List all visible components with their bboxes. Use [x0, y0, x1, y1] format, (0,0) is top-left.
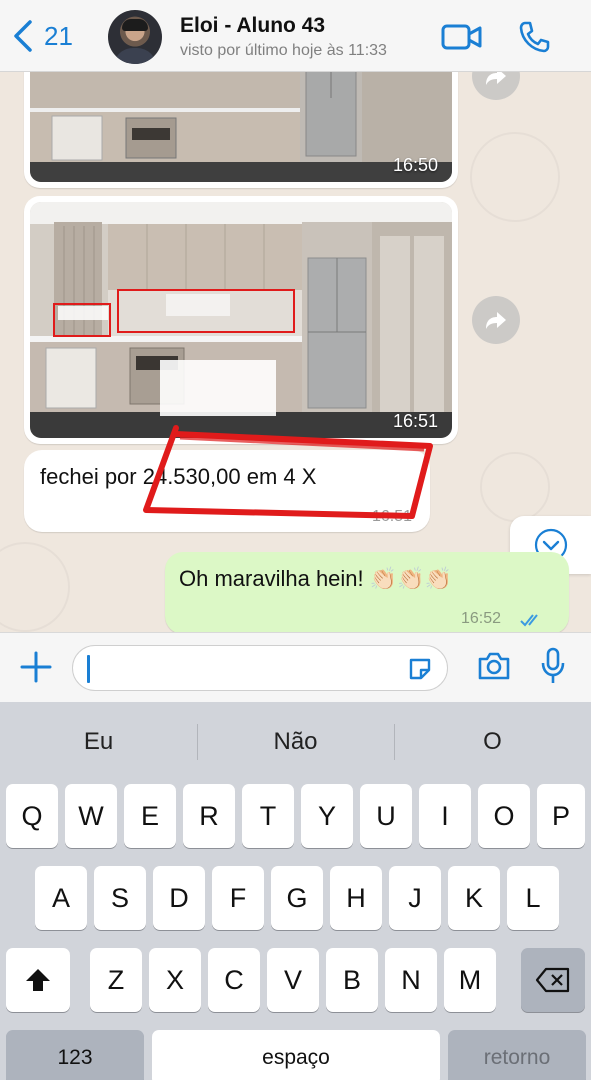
outgoing-message[interactable]: Oh maravilha hein! 👏🏻👏🏻👏🏻 16:52: [165, 552, 569, 632]
wallpaper-doodle: [470, 132, 560, 222]
key-o[interactable]: O: [478, 784, 530, 848]
key-i[interactable]: I: [419, 784, 471, 848]
key-v[interactable]: V: [267, 948, 319, 1012]
wallpaper-doodle: [0, 542, 70, 632]
forward-button[interactable]: [472, 296, 520, 344]
suggestion[interactable]: Eu: [0, 728, 197, 756]
camera-icon: [478, 652, 510, 680]
image-message[interactable]: 16:50: [24, 72, 458, 188]
sticker-icon: [409, 658, 431, 680]
key-g[interactable]: G: [271, 866, 323, 930]
key-n[interactable]: N: [385, 948, 437, 1012]
return-key[interactable]: retorno: [448, 1030, 586, 1080]
plus-icon: [20, 651, 52, 683]
key-c[interactable]: C: [208, 948, 260, 1012]
image-message[interactable]: 16:51: [24, 196, 458, 444]
message-time: 16:52: [461, 610, 502, 627]
text-caret: [87, 655, 90, 683]
predictive-bar: Eu Não O: [0, 702, 591, 782]
key-q[interactable]: Q: [6, 784, 58, 848]
shift-arrow-icon: [26, 969, 50, 991]
message-composer: [0, 632, 591, 702]
key-a[interactable]: A: [35, 866, 87, 930]
contact-name[interactable]: Eloi - Aluno 43: [180, 14, 325, 38]
sticker-button[interactable]: [407, 656, 433, 687]
key-z[interactable]: Z: [90, 948, 142, 1012]
key-b[interactable]: B: [326, 948, 378, 1012]
voice-call-button[interactable]: [517, 20, 551, 59]
attach-button[interactable]: [18, 649, 54, 690]
kitchen-photo[interactable]: 16:50: [30, 72, 452, 182]
avatar[interactable]: [108, 10, 162, 64]
backspace-icon: [535, 967, 570, 993]
last-seen-status: visto por último hoje às 11:33: [180, 42, 387, 59]
voice-message-button[interactable]: [540, 647, 566, 692]
key-m[interactable]: M: [444, 948, 496, 1012]
forward-arrow-icon: [486, 72, 506, 85]
wallpaper-doodle: [480, 452, 550, 522]
unread-count: 21: [44, 20, 73, 51]
key-r[interactable]: R: [183, 784, 235, 848]
video-camera-icon: [441, 24, 482, 50]
numbers-key[interactable]: 123: [6, 1030, 144, 1080]
message-input[interactable]: [72, 645, 448, 691]
backspace-key[interactable]: [521, 948, 585, 1012]
keyboard: Eu Não O Q W E R T Y U I O P A S D F G H…: [0, 702, 591, 1080]
message-list[interactable]: 16:50 16:51 fechei por 24.530,00 em 4 X …: [0, 72, 591, 632]
message-text: Oh maravilha hein! 👏🏻👏🏻👏🏻: [179, 566, 452, 591]
chat-header: 21 Eloi - Aluno 43 visto por último hoje…: [0, 0, 591, 72]
red-highlight-annotation: [143, 425, 433, 519]
key-d[interactable]: D: [153, 866, 205, 930]
suggestion[interactable]: Não: [197, 728, 394, 756]
key-f[interactable]: F: [212, 866, 264, 930]
microphone-icon: [541, 647, 565, 683]
shift-key[interactable]: [6, 948, 70, 1012]
chevron-left-icon: [14, 20, 32, 52]
key-j[interactable]: J: [389, 866, 441, 930]
back-button[interactable]: 21: [10, 18, 73, 54]
key-l[interactable]: L: [507, 866, 559, 930]
space-key[interactable]: espaço: [152, 1030, 440, 1080]
read-ticks-icon: [520, 614, 538, 627]
forward-arrow-icon: [486, 312, 506, 329]
key-x[interactable]: X: [149, 948, 201, 1012]
camera-button[interactable]: [477, 651, 511, 686]
suggestion[interactable]: O: [394, 728, 591, 756]
key-t[interactable]: T: [242, 784, 294, 848]
kitchen-photo[interactable]: 16:51: [30, 202, 452, 438]
kitchen-render-annotated: [30, 202, 452, 438]
key-k[interactable]: K: [448, 866, 500, 930]
key-h[interactable]: H: [330, 866, 382, 930]
message-time: 16:50: [392, 155, 438, 175]
key-s[interactable]: S: [94, 866, 146, 930]
kitchen-render: [30, 72, 452, 182]
key-u[interactable]: U: [360, 784, 412, 848]
key-y[interactable]: Y: [301, 784, 353, 848]
key-w[interactable]: W: [65, 784, 117, 848]
phone-icon: [519, 21, 550, 53]
key-e[interactable]: E: [124, 784, 176, 848]
key-p[interactable]: P: [537, 784, 585, 848]
video-call-button[interactable]: [441, 24, 483, 55]
forward-button[interactable]: [472, 72, 520, 100]
